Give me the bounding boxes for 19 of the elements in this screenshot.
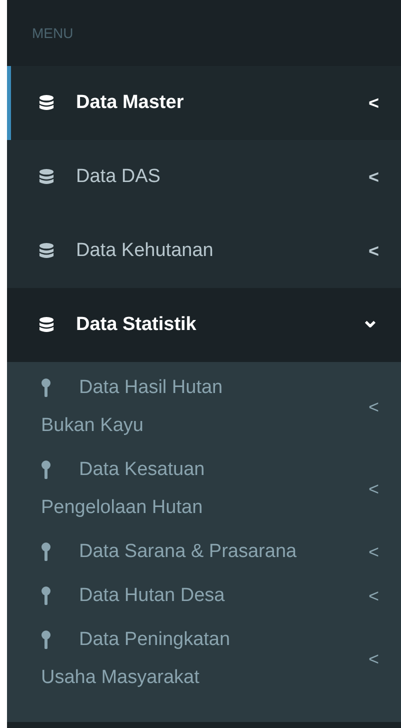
submenu-item[interactable]: Data Hasil Hutan Bukan Kayu < — [7, 366, 401, 448]
pin-icon — [41, 586, 51, 606]
database-icon — [39, 94, 54, 112]
pin-icon — [41, 460, 51, 480]
database-icon — [39, 168, 54, 186]
database-icon — [39, 316, 54, 334]
menu-item[interactable]: Data DAS < — [7, 140, 401, 214]
menu-item[interactable]: Data Master < — [7, 66, 401, 140]
pin-icon — [41, 542, 51, 562]
submenu-item[interactable]: Data Hutan Desa < — [7, 574, 401, 618]
pin-icon — [41, 378, 51, 398]
submenu-item[interactable]: Data Kesatuan Pengelolaan Hutan < — [7, 448, 401, 530]
database-icon — [39, 242, 54, 260]
menu-header: MENU — [7, 0, 401, 66]
menu-item[interactable]: Data Kehutanan < — [7, 214, 401, 288]
pin-icon — [41, 630, 51, 650]
menu-item[interactable]: Data Statistik ⌄ — [7, 288, 401, 362]
submenu-item[interactable]: Data Sarana & Prasarana < — [7, 530, 401, 574]
submenu-item[interactable]: Data Peningkatan Usaha Masyarakat < — [7, 618, 401, 700]
